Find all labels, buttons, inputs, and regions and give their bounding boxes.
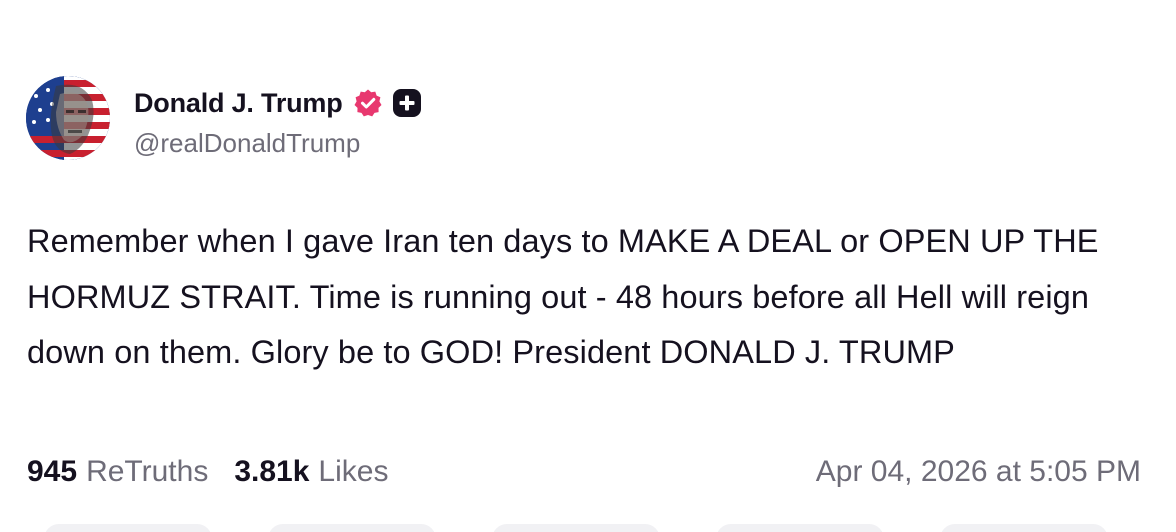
- post-timestamp: Apr 04, 2026 at 5:05 PM: [815, 455, 1141, 488]
- post-stats: 945 ReTruths 3.81k Likes: [27, 455, 388, 489]
- more-action-button[interactable]: [940, 524, 1108, 532]
- retruths-label: ReTruths: [86, 455, 209, 488]
- likes-label: Likes: [318, 455, 389, 488]
- reply-action-button[interactable]: [44, 524, 212, 532]
- author-display-name[interactable]: Donald J. Trump: [134, 88, 343, 119]
- author-handle[interactable]: @realDonaldTrump: [134, 128, 360, 159]
- flag-portrait-avatar: [26, 76, 110, 160]
- retruth-action-button[interactable]: [268, 524, 436, 532]
- share-action-button[interactable]: [716, 524, 884, 532]
- likes-count: 3.81k: [234, 455, 310, 488]
- plus-badge-icon: [392, 88, 422, 118]
- retruths-stat[interactable]: 945 ReTruths: [27, 455, 208, 489]
- like-action-button[interactable]: [492, 524, 660, 532]
- verified-badge-icon: [353, 88, 383, 118]
- post-action-bar: [0, 524, 1176, 532]
- author-name-row: Donald J. Trump: [134, 84, 422, 122]
- retruths-count: 945: [27, 455, 78, 488]
- post-body-text: Remember when I gave Iran ten days to MA…: [27, 223, 1099, 370]
- likes-stat[interactable]: 3.81k Likes: [234, 455, 388, 489]
- author-avatar[interactable]: [26, 76, 110, 160]
